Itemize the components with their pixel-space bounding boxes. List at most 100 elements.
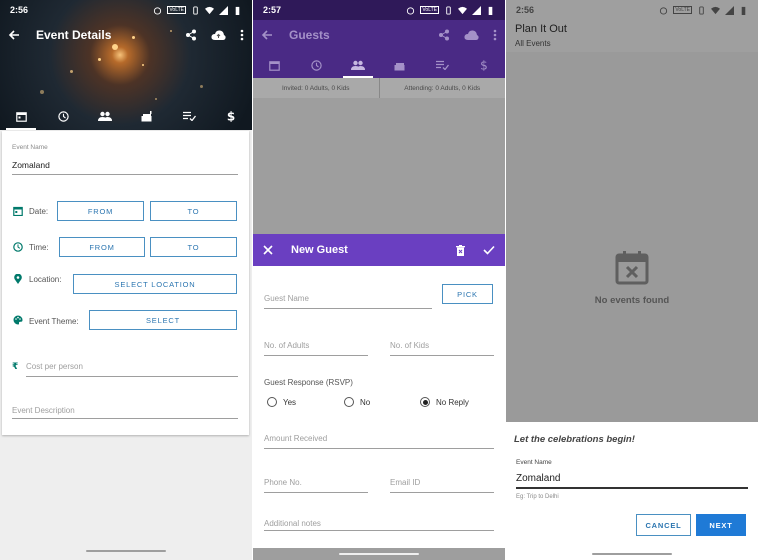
- email-input[interactable]: Email ID: [390, 478, 420, 487]
- check-icon[interactable]: [483, 245, 495, 255]
- wifi-icon: [205, 6, 214, 14]
- back-arrow-icon[interactable]: [8, 29, 20, 41]
- rsvp-label: Guest Response (RSVP): [264, 378, 353, 387]
- tab-checklist[interactable]: [168, 102, 210, 130]
- tab-details[interactable]: [253, 52, 295, 78]
- volte-icon: VoLTE: [420, 6, 439, 14]
- tab-details[interactable]: [0, 102, 42, 130]
- guests-screen: 2:57 VoLTE Guests $ Invited: 0 Adults, 0…: [253, 0, 505, 560]
- date-from-button[interactable]: FROM: [57, 201, 144, 221]
- tab-guests[interactable]: [337, 52, 379, 78]
- tab-schedule[interactable]: [42, 102, 84, 130]
- toolbar: Event Details: [0, 20, 252, 50]
- dollar-icon: $: [480, 59, 488, 71]
- tab-budget[interactable]: $: [210, 102, 252, 130]
- cost-underline: [26, 376, 238, 377]
- tab-checklist[interactable]: [421, 52, 463, 78]
- adults-input[interactable]: No. of Adults: [264, 341, 309, 350]
- more-vert-icon[interactable]: [240, 29, 244, 41]
- event-description-input[interactable]: Event Description: [12, 406, 75, 415]
- sheet-title: Let the celebrations begin!: [514, 434, 635, 445]
- delete-icon[interactable]: [456, 244, 465, 256]
- rsvp-yes-radio[interactable]: Yes: [267, 397, 296, 407]
- kids-input[interactable]: No. of Kids: [390, 341, 429, 350]
- select-location-button[interactable]: SELECT LOCATION: [73, 274, 237, 294]
- svg-text:$: $: [480, 59, 488, 71]
- theme-label: Event Theme:: [29, 317, 79, 326]
- tab-food[interactable]: [379, 52, 421, 78]
- pick-contact-button[interactable]: PICK: [442, 284, 493, 304]
- rsvp-no-reply-radio[interactable]: No Reply: [420, 397, 469, 407]
- notes-underline: [264, 530, 494, 531]
- app-title: Plan It Out: [515, 23, 567, 35]
- back-arrow-icon[interactable]: [261, 29, 273, 41]
- event-name-input[interactable]: Zomaland: [516, 473, 560, 484]
- rsvp-yes-label: Yes: [283, 397, 297, 407]
- status-time: 2:56: [516, 5, 535, 15]
- share-icon[interactable]: [185, 29, 197, 41]
- date-icon: [13, 206, 23, 216]
- location-label: Location:: [29, 275, 62, 284]
- battery-icon: [235, 6, 240, 15]
- adults-underline: [264, 355, 368, 356]
- date-to-button[interactable]: TO: [150, 201, 237, 221]
- people-icon: [351, 60, 365, 70]
- clock-icon: [310, 59, 322, 71]
- share-icon[interactable]: [438, 29, 450, 41]
- gesture-bar: [253, 548, 505, 560]
- close-icon[interactable]: [263, 245, 273, 255]
- cost-per-person-input[interactable]: Cost per person: [26, 362, 83, 371]
- status-time: 2:57: [263, 5, 282, 15]
- amount-received-input[interactable]: Amount Received: [264, 434, 327, 443]
- wifi-icon: [458, 6, 467, 14]
- page-title: Event Details: [36, 28, 112, 42]
- cloud-upload-icon[interactable]: [211, 29, 226, 41]
- new-guest-dialog-bar: New Guest: [253, 234, 505, 266]
- select-theme-button[interactable]: SELECT: [89, 310, 237, 330]
- tab-food[interactable]: [126, 102, 168, 130]
- location-pin-icon: [14, 274, 22, 284]
- calendar-remove-icon: [615, 251, 649, 285]
- cancel-button[interactable]: CANCEL: [636, 514, 691, 536]
- volte-icon: VoLTE: [673, 6, 692, 14]
- tab-schedule[interactable]: [295, 52, 337, 78]
- event-name-input[interactable]: Zomaland: [12, 160, 50, 170]
- vibrate-icon: [446, 5, 451, 15]
- amount-underline: [264, 448, 494, 449]
- tab-budget[interactable]: $: [463, 52, 505, 78]
- more-vert-icon[interactable]: [493, 29, 497, 41]
- time-from-button[interactable]: FROM: [59, 237, 145, 257]
- time-label: Time:: [29, 243, 49, 252]
- signal-icon: [219, 5, 228, 15]
- clock-icon: [57, 110, 69, 122]
- notes-input[interactable]: Additional notes: [264, 519, 321, 528]
- signal-icon: [725, 5, 734, 15]
- calendar-icon: [15, 111, 27, 122]
- cake-icon: [141, 110, 152, 121]
- tab-guests[interactable]: [84, 102, 126, 130]
- phone-input[interactable]: Phone No.: [264, 478, 302, 487]
- kids-underline: [390, 355, 494, 356]
- vibrate-icon: [699, 5, 704, 15]
- guest-summary-bar: Invited: 0 Adults, 0 Kids Attending: 0 A…: [253, 78, 505, 98]
- time-to-button[interactable]: TO: [150, 237, 237, 257]
- vibrate-icon: [193, 5, 198, 15]
- phone-underline: [264, 492, 368, 493]
- event-details-screen: 2:56 VoLTE Event Details $ Event Name Zo…: [0, 0, 252, 560]
- svg-text:$: $: [227, 110, 235, 122]
- cloud-upload-icon[interactable]: [464, 29, 479, 41]
- wifi-icon: [711, 6, 720, 14]
- rsvp-no-radio[interactable]: No: [344, 397, 370, 407]
- date-label: Date:: [29, 207, 49, 216]
- event-name-hint: Eg: Trip to Delhi: [516, 494, 559, 500]
- alarm-icon: [407, 6, 415, 15]
- next-button[interactable]: NEXT: [696, 514, 746, 536]
- toolbar: Guests: [253, 20, 505, 50]
- email-underline: [390, 492, 494, 493]
- time-icon: [13, 242, 23, 252]
- status-time: 2:56: [10, 5, 29, 15]
- signal-icon: [472, 5, 481, 15]
- tab-bar: $: [253, 52, 505, 78]
- attending-summary: Attending: 0 Adults, 0 Kids: [378, 78, 506, 98]
- guest-name-input[interactable]: Guest Name: [264, 294, 309, 303]
